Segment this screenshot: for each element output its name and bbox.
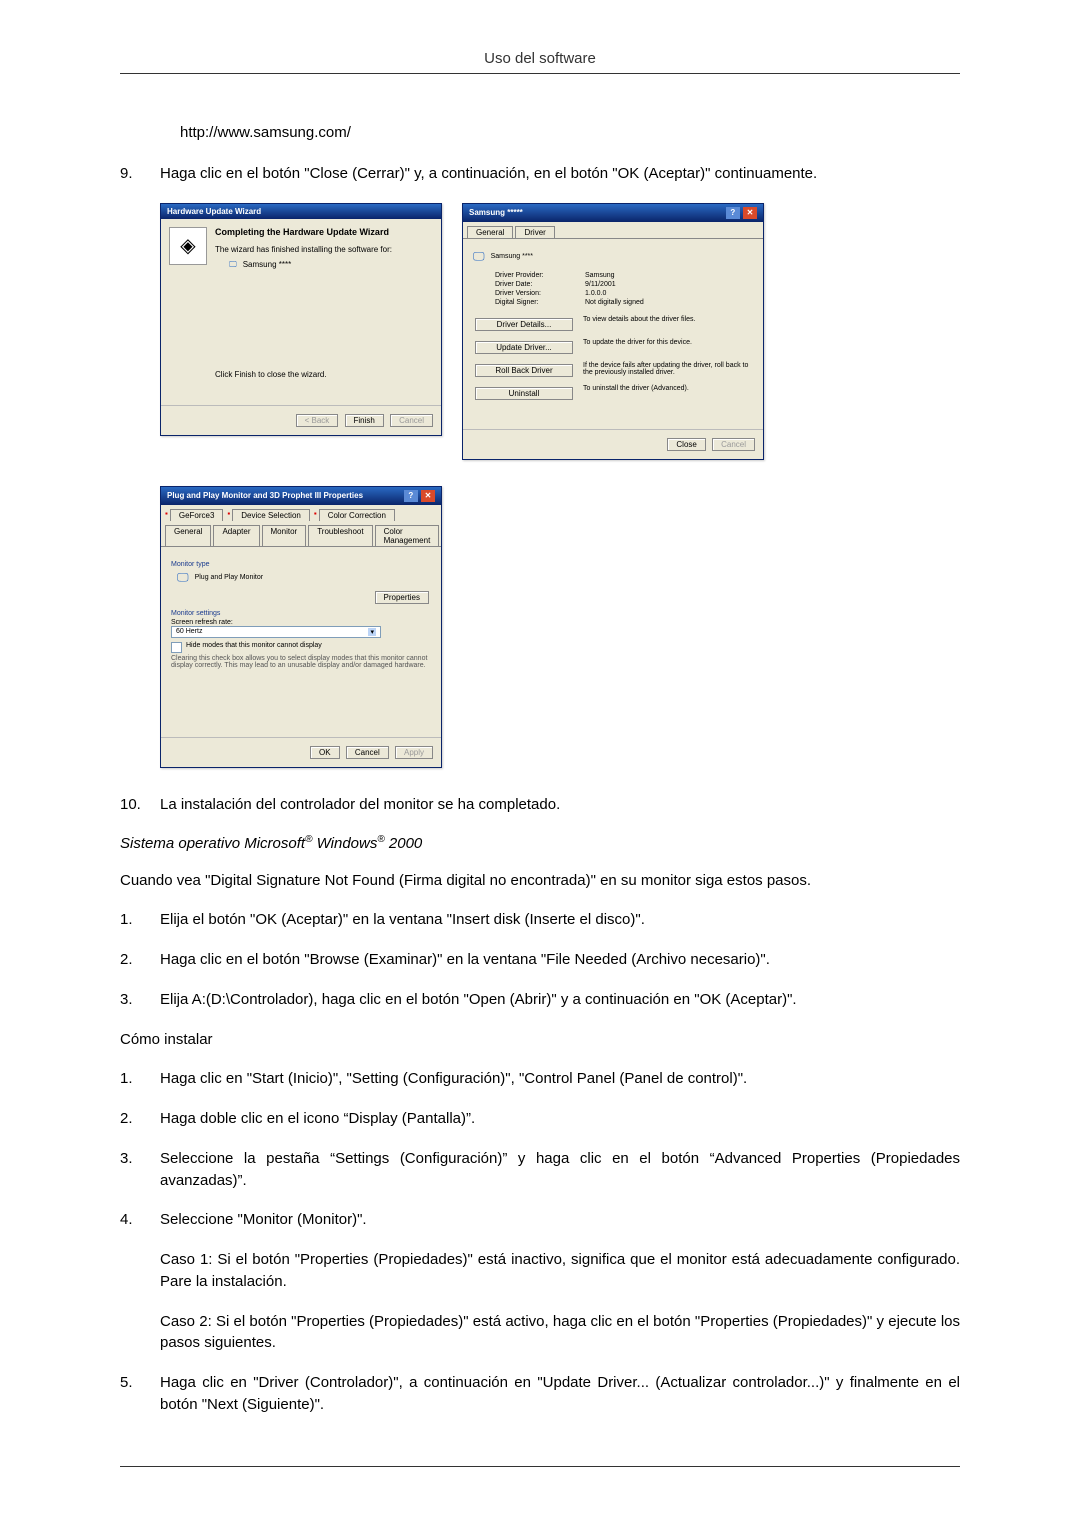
tab-driver[interactable]: Driver <box>515 226 554 238</box>
wizard-line1: The wizard has finished installing the s… <box>215 245 433 254</box>
uninstall-desc: To uninstall the driver (Advanced). <box>583 385 753 402</box>
step-text: La instalación del controlador del monit… <box>160 794 960 816</box>
version-value: 1.0.0.0 <box>585 290 606 297</box>
tab-general[interactable]: General <box>467 226 513 238</box>
nvidia-icon: ▪ <box>165 509 168 521</box>
tab-color-management[interactable]: Color Management <box>375 525 440 546</box>
chevron-down-icon: ▾ <box>368 628 376 636</box>
page-title: Uso del software <box>120 50 960 67</box>
cancel-button[interactable]: Cancel <box>346 746 389 759</box>
apply-button[interactable]: Apply <box>395 746 433 759</box>
monitor-settings-label: Monitor settings <box>171 610 431 617</box>
step-number: 4. <box>120 1209 160 1354</box>
step-number: 1. <box>120 909 160 931</box>
nvidia-icon: ▪ <box>314 509 317 521</box>
pnp-monitor-name: Plug and Play Monitor <box>195 574 263 581</box>
tab-general2[interactable]: General <box>165 525 211 546</box>
tab-device-selection[interactable]: Device Selection <box>232 509 310 521</box>
digital-signature-para: Cuando vea "Digital Signature Not Found … <box>120 870 960 892</box>
step-text: Haga clic en "Driver (Controlador)", a c… <box>160 1372 960 1416</box>
rollback-driver-button[interactable]: Roll Back Driver <box>475 364 573 377</box>
date-label: Driver Date: <box>495 281 585 288</box>
update-driver-desc: To update the driver for this device. <box>583 339 753 356</box>
version-label: Driver Version: <box>495 290 585 297</box>
step-number: 9. <box>120 163 160 185</box>
monitor-type-label: Monitor type <box>171 561 431 568</box>
refresh-rate-value: 60 Hertz <box>176 628 202 635</box>
caso1-text: Caso 1: Si el botón "Properties (Propied… <box>160 1249 960 1293</box>
monitor-icon: 🖵 <box>473 249 485 264</box>
step-number: 10. <box>120 794 160 816</box>
wizard-window: Hardware Update Wizard ◈ Completing the … <box>160 203 442 436</box>
tab-adapter[interactable]: Adapter <box>213 525 259 546</box>
monitor-icon: 🖵 <box>229 260 237 270</box>
signer-label: Digital Signer: <box>495 299 585 306</box>
refresh-rate-label: Screen refresh rate: <box>171 619 431 626</box>
driver-props-title: Samsung ***** <box>469 208 523 217</box>
driver-details-desc: To view details about the driver files. <box>583 316 753 333</box>
refresh-rate-select[interactable]: 60 Hertz ▾ <box>171 626 381 638</box>
step-number: 2. <box>120 1108 160 1130</box>
ok-button[interactable]: OK <box>310 746 340 759</box>
monitor-props-title: Plug and Play Monitor and 3D Prophet III… <box>167 491 363 500</box>
wizard-icon: ◈ <box>169 227 207 265</box>
finish-button[interactable]: Finish <box>345 414 384 427</box>
monitor-props-window: Plug and Play Monitor and 3D Prophet III… <box>160 486 442 768</box>
properties-button[interactable]: Properties <box>375 591 429 604</box>
rollback-driver-desc: If the device fails after updating the d… <box>583 362 753 379</box>
os-2000-heading: Sistema operativo Microsoft® Windows® 20… <box>120 834 960 852</box>
wizard-device: Samsung **** <box>243 260 291 269</box>
help-icon[interactable]: ? <box>404 490 418 502</box>
step-text: Elija A:(D:\Controlador), haga clic en e… <box>160 989 960 1011</box>
step-text: Seleccione "Monitor (Monitor)". <box>160 1211 367 1228</box>
step-text: Haga clic en el botón "Close (Cerrar)" y… <box>160 163 960 185</box>
step-number: 5. <box>120 1372 160 1416</box>
wizard-finish-note: Click Finish to close the wizard. <box>215 370 327 379</box>
step-number: 3. <box>120 989 160 1011</box>
step-text: Seleccione la pestaña “Settings (Configu… <box>160 1148 960 1192</box>
cancel-button[interactable]: Cancel <box>390 414 433 427</box>
how-to-install-heading: Cómo instalar <box>120 1029 960 1051</box>
close-button[interactable]: Close <box>667 438 705 451</box>
footer-divider <box>120 1466 960 1467</box>
driver-details-button[interactable]: Driver Details... <box>475 318 573 331</box>
step-text: Haga clic en el botón "Browse (Examinar)… <box>160 949 960 971</box>
driver-props-window: Samsung ***** ? ✕ General Driver 🖵 Samsu… <box>462 203 764 460</box>
device-name: Samsung **** <box>491 253 533 260</box>
monitor-icon: 🖵 <box>177 570 189 585</box>
wizard-heading: Completing the Hardware Update Wizard <box>215 227 433 237</box>
close-icon[interactable]: ✕ <box>743 207 757 219</box>
step-text: Elija el botón "OK (Aceptar)" en la vent… <box>160 909 960 931</box>
step-text: Haga doble clic en el icono “Display (Pa… <box>160 1108 960 1130</box>
tab-troubleshoot[interactable]: Troubleshoot <box>308 525 372 546</box>
signer-value: Not digitally signed <box>585 299 644 306</box>
header-divider <box>120 73 960 74</box>
provider-value: Samsung <box>585 272 615 279</box>
step-text: Haga clic en "Start (Inicio)", "Setting … <box>160 1068 960 1090</box>
step-number: 1. <box>120 1068 160 1090</box>
hide-modes-label: Hide modes that this monitor cannot disp… <box>186 642 322 653</box>
update-driver-button[interactable]: Update Driver... <box>475 341 573 354</box>
tab-geforce[interactable]: GeForce3 <box>170 509 224 521</box>
nvidia-icon: ▪ <box>227 509 230 521</box>
close-icon[interactable]: ✕ <box>421 490 435 502</box>
uninstall-button[interactable]: Uninstall <box>475 387 573 400</box>
hide-modes-checkbox[interactable] <box>171 642 182 653</box>
cancel-button[interactable]: Cancel <box>712 438 755 451</box>
step-number: 3. <box>120 1148 160 1192</box>
tab-color-correction[interactable]: Color Correction <box>319 509 395 521</box>
hide-modes-desc: Clearing this check box allows you to se… <box>171 655 431 669</box>
caso2-text: Caso 2: Si el botón "Properties (Propied… <box>160 1311 960 1355</box>
back-button[interactable]: < Back <box>296 414 339 427</box>
tab-monitor[interactable]: Monitor <box>262 525 307 546</box>
step-number: 2. <box>120 949 160 971</box>
date-value: 9/11/2001 <box>585 281 616 288</box>
samsung-url: http://www.samsung.com/ <box>180 124 960 141</box>
help-icon[interactable]: ? <box>726 207 740 219</box>
wizard-title: Hardware Update Wizard <box>167 207 261 216</box>
provider-label: Driver Provider: <box>495 272 585 279</box>
